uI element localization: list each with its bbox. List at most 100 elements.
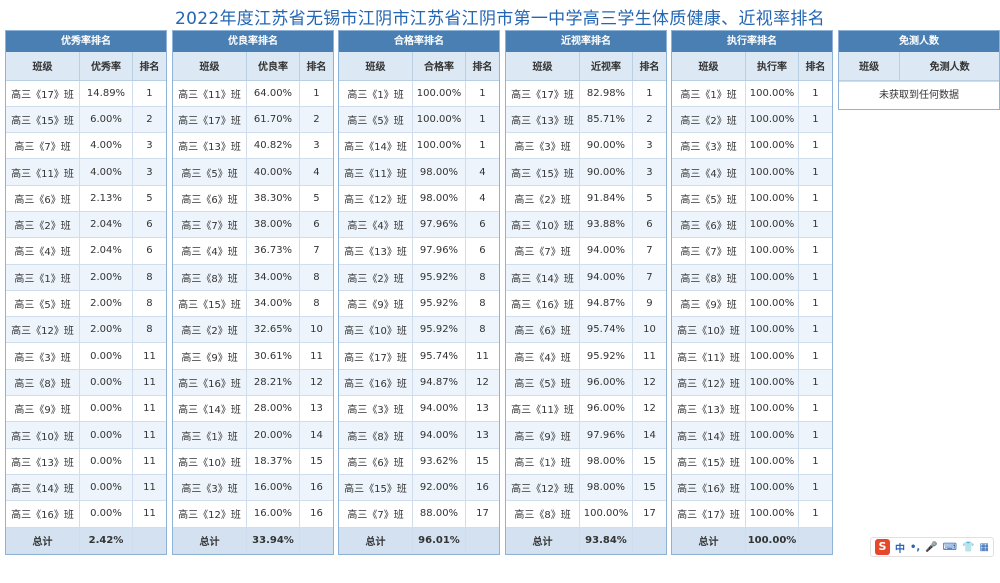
cell-class: 高三《3》班: [173, 474, 248, 502]
cell-rank: 1: [798, 421, 832, 449]
cell-rank: 17: [465, 500, 499, 528]
cell-class: 高三《5》班: [173, 158, 248, 186]
cell-class: 高三《2》班: [506, 185, 581, 212]
cell-rate: 100.00%: [745, 421, 799, 449]
cell-class: 高三《12》班: [506, 474, 581, 502]
ime-keyboard-icon[interactable]: ⌨: [943, 542, 957, 553]
ime-microphone-icon[interactable]: 🎤: [925, 542, 937, 553]
pass-rank-panel: 合格率排名 班级 合格率 排名 高三《1》班 100.00% 1 高三《5》班 100.00% 1…: [338, 30, 500, 555]
execution-rank-panel: 执行率排名 班级 执行率 排名 高三《1》班 100.00% 1 高三《2》班 100.00% 1…: [671, 30, 833, 555]
cell-class: 高三《7》班: [339, 500, 414, 528]
table-row: 高三《3》班 94.00% 13: [339, 395, 499, 423]
cell-rate: 100.00%: [745, 185, 799, 212]
cell-class: 高三《9》班: [672, 290, 747, 318]
table-row: 高三《10》班 18.37% 15: [173, 448, 333, 475]
table-row: 高三《7》班 94.00% 7: [506, 237, 666, 265]
cell-class: 高三《14》班: [672, 421, 747, 449]
table-row: 高三《10》班 95.92% 8: [339, 316, 499, 344]
total-rate: 33.94%: [246, 527, 300, 554]
cell-class: 高三《16》班: [339, 369, 414, 397]
table-row: 高三《10》班 0.00% 11: [6, 421, 166, 449]
cell-rate: 100.00%: [745, 106, 799, 134]
table-row: 高三《14》班 28.00% 13: [173, 395, 333, 423]
cell-class: 高三《3》班: [339, 395, 414, 423]
ime-punctuation-icon[interactable]: •,: [910, 542, 920, 553]
cell-rank: 1: [465, 132, 499, 160]
table-row: 高三《3》班 90.00% 3: [506, 132, 666, 160]
table-row: 高三《15》班 92.00% 16: [339, 474, 499, 502]
table-row: 高三《2》班 100.00% 1: [672, 106, 832, 134]
table-row: 高三《2》班 32.65% 10: [173, 316, 333, 344]
cell-rank: 4: [465, 185, 499, 212]
cell-rate: 4.00%: [79, 158, 133, 186]
cell-rate: 100.00%: [745, 211, 799, 239]
header-class: 班级: [339, 52, 414, 81]
cell-rank: 7: [632, 264, 666, 291]
table-row: 高三《17》班 14.89% 1: [6, 80, 166, 107]
cell-rank: 1: [798, 264, 832, 291]
exempt-panel-title: 免测人数: [839, 31, 999, 52]
table-row: 高三《13》班 40.82% 3: [173, 132, 333, 160]
ime-chinese-mode[interactable]: 中: [895, 540, 905, 555]
cell-rate: 100.00%: [745, 474, 799, 502]
ime-toolbar[interactable]: S 中 •, 🎤 ⌨ 👕 ▦: [870, 537, 994, 557]
cell-rank: 3: [132, 158, 166, 186]
cell-rate: 100.00%: [745, 264, 799, 291]
cell-rank: 11: [299, 342, 333, 370]
cell-rate: 95.92%: [412, 264, 466, 291]
cell-rate: 93.88%: [579, 211, 633, 239]
table-row: 高三《4》班 100.00% 1: [672, 158, 832, 186]
ime-skin-icon[interactable]: 👕: [962, 542, 974, 553]
myopia-panel-title: 近视率排名: [506, 31, 666, 52]
cell-rate: 100.00%: [745, 132, 799, 160]
cell-rank: 10: [632, 316, 666, 344]
total-label: 总计: [339, 527, 414, 554]
cell-rate: 28.21%: [246, 369, 300, 397]
table-row: 高三《11》班 64.00% 1: [173, 80, 333, 107]
cell-rate: 98.00%: [412, 158, 466, 186]
cell-class: 高三《12》班: [672, 369, 747, 397]
cell-rank: 7: [299, 237, 333, 265]
table-row: 高三《6》班 38.30% 5: [173, 185, 333, 212]
cell-rank: 13: [299, 395, 333, 423]
cell-rate: 96.00%: [579, 395, 633, 423]
cell-class: 高三《14》班: [6, 474, 81, 502]
cell-class: 高三《11》班: [506, 395, 581, 423]
table-row: 高三《9》班 30.61% 11: [173, 342, 333, 370]
cell-rank: 1: [798, 80, 832, 107]
table-row: 高三《8》班 94.00% 13: [339, 421, 499, 449]
total-label: 总计: [6, 527, 81, 554]
cell-class: 高三《15》班: [506, 158, 581, 186]
total-row: 总计 100.00%: [672, 527, 832, 554]
total-rank: [798, 527, 832, 554]
cell-rate: 100.00%: [745, 448, 799, 475]
cell-rank: 8: [132, 290, 166, 318]
cell-class: 高三《1》班: [339, 80, 414, 107]
table-row: 高三《15》班 34.00% 8: [173, 290, 333, 318]
sogou-logo-icon[interactable]: S: [875, 539, 890, 555]
table-row: 高三《8》班 100.00% 17: [506, 500, 666, 528]
cell-rank: 5: [632, 185, 666, 212]
header-class: 班级: [672, 52, 747, 81]
ime-toolbox-icon[interactable]: ▦: [980, 542, 989, 553]
cell-rank: 12: [299, 369, 333, 397]
table-row: 高三《15》班 100.00% 1: [672, 448, 832, 475]
cell-rank: 6: [132, 237, 166, 265]
cell-class: 高三《6》班: [6, 185, 81, 212]
table-row: 高三《13》班 0.00% 11: [6, 448, 166, 475]
cell-rate: 95.92%: [412, 316, 466, 344]
cell-rank: 8: [465, 316, 499, 344]
header-rank: 排名: [465, 52, 499, 81]
cell-rank: 11: [465, 342, 499, 370]
execution-panel-title: 执行率排名: [672, 31, 832, 52]
cell-rank: 11: [132, 474, 166, 502]
cell-class: 高三《15》班: [173, 290, 248, 318]
cell-class: 高三《6》班: [339, 448, 414, 475]
cell-rate: 95.92%: [412, 290, 466, 318]
table-row: 高三《9》班 95.92% 8: [339, 290, 499, 318]
cell-class: 高三《14》班: [339, 132, 414, 160]
table-row: 高三《8》班 0.00% 11: [6, 369, 166, 397]
cell-class: 高三《1》班: [6, 264, 81, 291]
cell-rate: 16.00%: [246, 500, 300, 528]
cell-class: 高三《17》班: [339, 342, 414, 370]
